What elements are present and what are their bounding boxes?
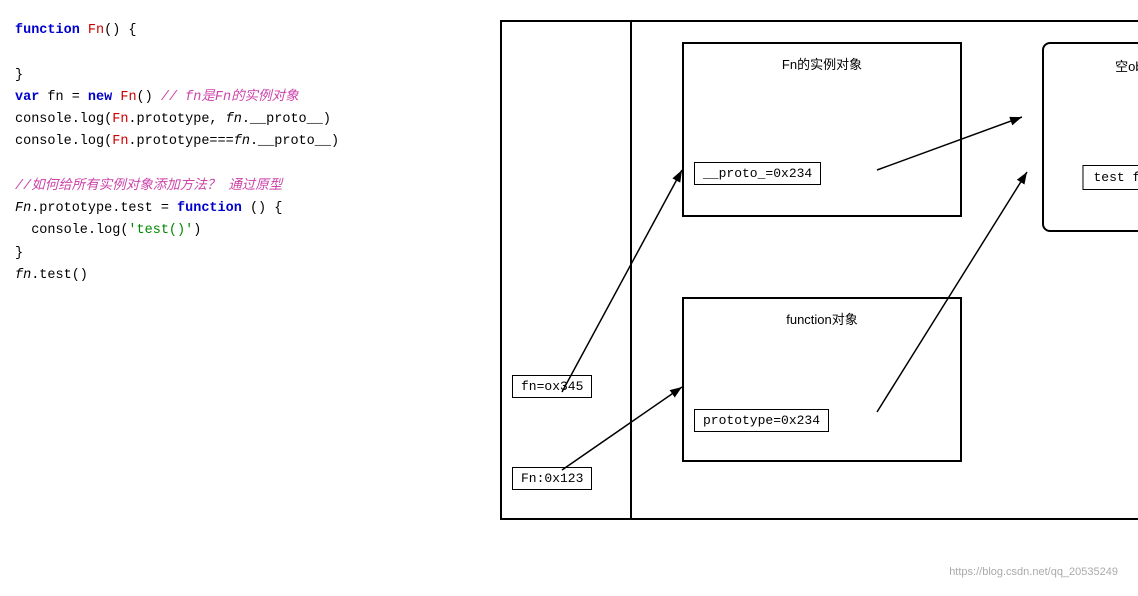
keyword-function: function (15, 23, 80, 38)
page-container: function Fn() { } var fn = new Fn() // f… (0, 0, 1138, 596)
italic-fn-2: fn (234, 134, 250, 149)
watermark: https://blog.csdn.net/qq_20535249 (949, 566, 1118, 578)
diagram-panel: fn=ox345 Fn:0x123 Fn的实例对象 __proto_=0x234… (450, 10, 1128, 586)
prototype-label: prototype=0x234 (694, 409, 829, 432)
test-fn-label: test function() (1082, 165, 1138, 190)
code-line-1: function Fn() { (15, 20, 435, 42)
function-box: function对象 prototype=0x234 (682, 297, 962, 462)
code-line-5: console.log(Fn.prototype, fn.__proto__) (15, 109, 435, 131)
code-line-8: //如何给所有实例对象添加方法？ 通过原型 (15, 176, 435, 198)
code-line-9: Fn.prototype.test = function () { (15, 198, 435, 220)
function-title: function对象 (786, 309, 858, 328)
instance-box: Fn的实例对象 __proto_=0x234 (682, 42, 962, 217)
right-section: Fn的实例对象 __proto_=0x234 function对象 protot… (632, 22, 1138, 518)
instance-title: Fn的实例对象 (782, 54, 862, 73)
code-text: .test() (31, 268, 88, 283)
italic-fn-3: Fn (15, 201, 31, 216)
code-line-12: fn.test() (15, 265, 435, 287)
code-text: fn = (39, 90, 88, 105)
italic-fn-1: fn (226, 112, 242, 127)
kw-function-2: function (177, 201, 242, 216)
stack-box: fn=ox345 Fn:0x123 (502, 22, 632, 518)
code-text: console.log('test()') (15, 223, 201, 238)
kw-var: var (15, 90, 39, 105)
empty-obj-box: 空object对象 test function() (1042, 42, 1138, 232)
code-text: .__proto__) (242, 112, 331, 127)
kw-new: new (88, 90, 112, 105)
comment-1: // fn是Fn的实例对象 (161, 90, 299, 105)
code-panel: function Fn() { } var fn = new Fn() // f… (10, 10, 440, 586)
fn-label: fn=ox345 (512, 375, 592, 398)
code-line-2 (15, 42, 435, 64)
code-text: .__proto__) (250, 134, 339, 149)
code-text: .prototype.test = (31, 201, 177, 216)
comment-2: //如何给所有实例对象添加方法？ 通过原型 (15, 179, 282, 194)
code-line-4: var fn = new Fn() // fn是Fn的实例对象 (15, 87, 435, 109)
italic-fn-4: fn (15, 268, 31, 283)
code-line-6: console.log(Fn.prototype===fn.__proto__) (15, 131, 435, 153)
code-text: Fn() { (80, 23, 137, 38)
proto-label: __proto_=0x234 (694, 162, 821, 185)
code-line-11: } (15, 243, 435, 265)
code-text: () { (242, 201, 283, 216)
code-text: console.log(Fn.prototype=== (15, 134, 234, 149)
code-text: console.log(Fn.prototype, (15, 112, 226, 127)
code-line-7 (15, 154, 435, 176)
fn-cap-label: Fn:0x123 (512, 467, 592, 490)
empty-obj-title: 空object对象 (1115, 56, 1138, 75)
code-line-10: console.log('test()') (15, 220, 435, 242)
outer-box: fn=ox345 Fn:0x123 Fn的实例对象 __proto_=0x234… (500, 20, 1138, 520)
code-text: Fn() (112, 90, 161, 105)
code-line-3: } (15, 65, 435, 87)
